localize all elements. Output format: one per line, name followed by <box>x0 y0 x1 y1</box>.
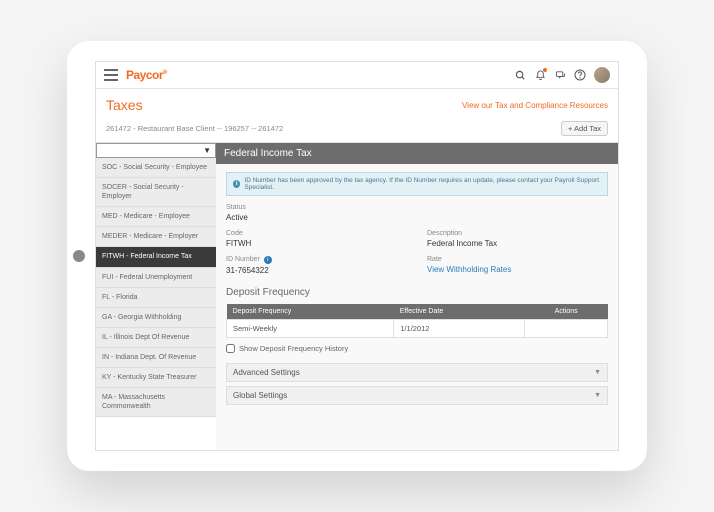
help-icon[interactable] <box>574 69 586 81</box>
sidebar-item-med[interactable]: MED - Medicare - Employee <box>96 207 216 227</box>
col-actions: Actions <box>525 304 608 320</box>
col-effective-date: Effective Date <box>394 304 525 320</box>
cell-actions <box>525 320 608 338</box>
chat-icon[interactable] <box>554 69 566 81</box>
bell-icon[interactable] <box>534 69 546 81</box>
main-header: Federal Income Tax <box>216 143 618 164</box>
sidebar-item-fui[interactable]: FUI - Federal Unemployment <box>96 268 216 288</box>
table-row: Semi-Weekly 1/1/2012 <box>227 320 608 338</box>
info-icon: i <box>233 180 240 188</box>
chevron-down-icon: ▼ <box>594 392 601 399</box>
compliance-resources-link[interactable]: View our Tax and Compliance Resources <box>462 101 608 110</box>
description-label: Description <box>427 230 608 237</box>
status-value: Active <box>226 213 407 222</box>
sidebar-item-ky[interactable]: KY - Kentucky State Treasurer <box>96 368 216 388</box>
sidebar-item-fl[interactable]: FL - Florida <box>96 288 216 308</box>
info-banner: i ID Number has been approved by the tax… <box>226 172 608 196</box>
search-icon[interactable] <box>514 69 526 81</box>
sidebar: ▼ SOC - Social Security - Employee SOCER… <box>96 143 216 451</box>
advanced-settings-accordion[interactable]: Advanced Settings ▼ <box>226 363 608 382</box>
menu-icon[interactable] <box>104 69 118 81</box>
history-checkbox-label: Show Deposit Frequency History <box>239 344 348 353</box>
sidebar-item-ma[interactable]: MA - Massachusetts Commonwealth <box>96 388 216 417</box>
sidebar-item-il[interactable]: IL - Illinois Dept Of Revenue <box>96 328 216 348</box>
logo: Paycor® <box>126 68 167 82</box>
breadcrumb: 261472 - Restaurant Base Client -- 19625… <box>106 124 283 133</box>
sidebar-item-socer[interactable]: SOCER - Social Security - Employer <box>96 178 216 207</box>
id-number-value: 31-7654322 <box>226 266 407 275</box>
top-bar: Paycor® <box>96 62 618 89</box>
deposit-section-title: Deposit Frequency <box>226 287 608 298</box>
cell-frequency: Semi-Weekly <box>227 320 394 338</box>
banner-text: ID Number has been approved by the tax a… <box>244 177 601 191</box>
global-settings-accordion[interactable]: Global Settings ▼ <box>226 386 608 405</box>
sidebar-item-meder[interactable]: MEDER - Medicare - Employer <box>96 227 216 247</box>
cell-date: 1/1/2012 <box>394 320 525 338</box>
status-label: Status <box>226 204 407 211</box>
id-number-label: ID Number i <box>226 256 407 264</box>
history-checkbox-input[interactable] <box>226 344 235 353</box>
sidebar-search[interactable]: ▼ <box>96 143 216 158</box>
sidebar-item-in[interactable]: IN - Indiana Dept. Of Revenue <box>96 348 216 368</box>
info-badge-icon[interactable]: i <box>264 256 272 264</box>
deposit-table: Deposit Frequency Effective Date Actions… <box>226 304 608 338</box>
sidebar-item-fitwh[interactable]: FITWH - Federal Income Tax <box>96 247 216 267</box>
sidebar-search-input[interactable] <box>101 147 203 154</box>
add-tax-button[interactable]: + Add Tax <box>561 121 608 136</box>
tablet-home-button[interactable] <box>73 250 85 262</box>
avatar[interactable] <box>594 67 610 83</box>
rate-label: Rate <box>427 256 608 263</box>
dropdown-arrow-icon: ▼ <box>203 146 211 155</box>
description-value: Federal Income Tax <box>427 239 608 248</box>
chevron-down-icon: ▼ <box>594 369 601 376</box>
code-value: FITWH <box>226 239 407 248</box>
col-frequency: Deposit Frequency <box>227 304 394 320</box>
sidebar-item-soc[interactable]: SOC - Social Security - Employee <box>96 158 216 178</box>
view-withholding-rates-link[interactable]: View Withholding Rates <box>427 265 608 274</box>
page-title: Taxes <box>106 97 143 113</box>
code-label: Code <box>226 230 407 237</box>
sidebar-item-ga[interactable]: GA - Georgia Withholding <box>96 308 216 328</box>
show-history-checkbox[interactable]: Show Deposit Frequency History <box>226 344 608 353</box>
